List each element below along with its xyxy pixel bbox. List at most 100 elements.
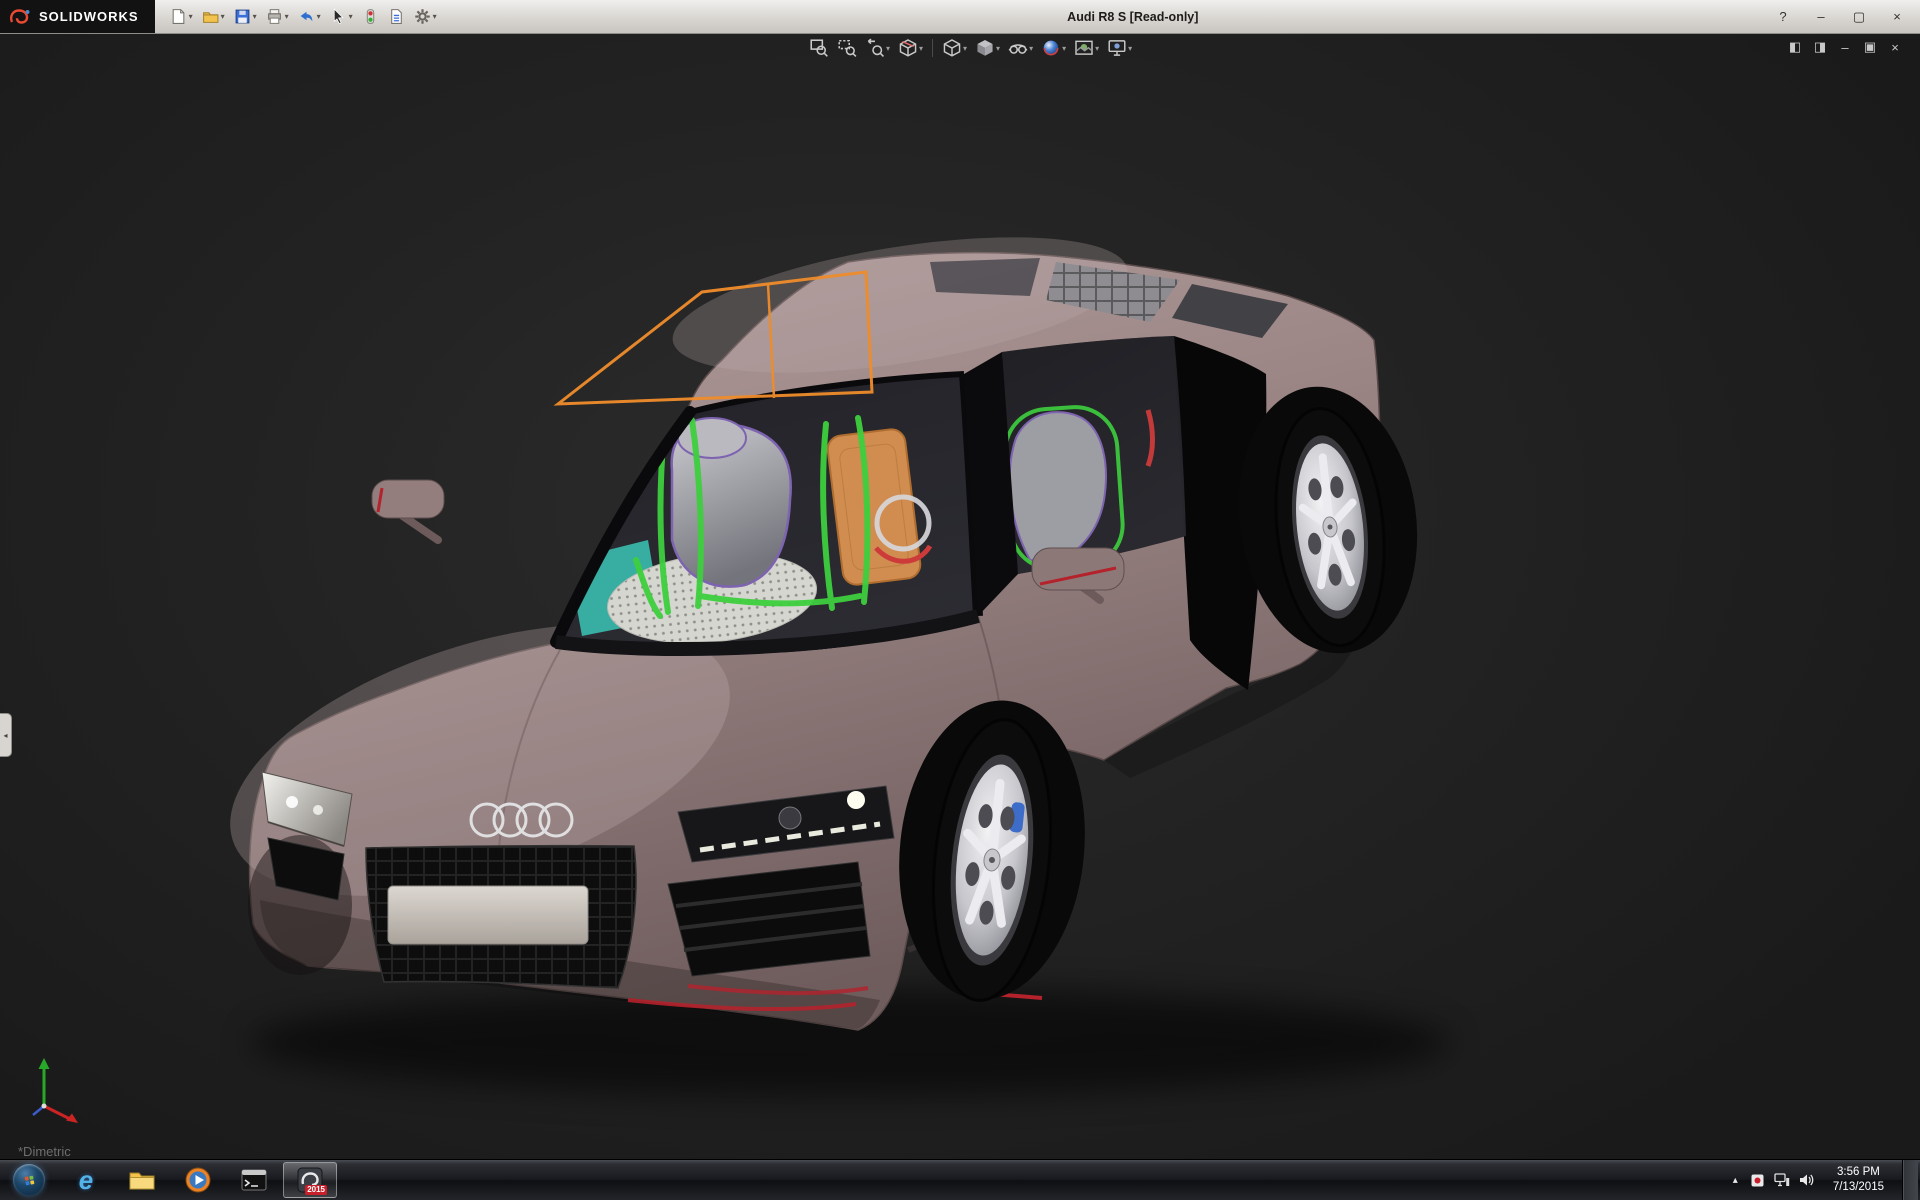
taskbar-item-command-prompt[interactable] [226, 1160, 282, 1200]
toolbar-separator [932, 39, 934, 57]
internet-explorer-icon: e [78, 1165, 94, 1195]
title-bar: SOLIDWORKS ▾ ▾ ▾ ▾ ▾ ▾ ▾ Audi R8 S [Read… [0, 0, 1920, 34]
left-mirror[interactable] [371, 479, 445, 544]
help-button[interactable]: ? [1766, 7, 1800, 27]
dropdown-caret: ▾ [919, 43, 924, 53]
select-button[interactable]: ▾ [327, 4, 356, 30]
dassault-logo-icon [9, 8, 30, 24]
license-plate [387, 885, 589, 945]
graphics-area[interactable]: ▾ ▾ ▾ ▾ ▾ ▾ ▾ ▾ ◧ ◨ – ▣ × ◂ *Dimetric [0, 33, 1920, 1160]
rebuild-button[interactable] [359, 4, 382, 30]
file-properties-icon [390, 9, 402, 24]
dropdown-caret: ▾ [348, 11, 353, 21]
dropdown-caret: ▾ [996, 43, 1001, 53]
dropdown-caret: ▾ [886, 43, 891, 53]
dropdown-caret: ▾ [220, 11, 225, 21]
dropdown-caret: ▾ [1062, 43, 1067, 53]
edit-appearance-icon [1043, 40, 1059, 56]
clock[interactable]: 3:56 PM 7/13/2015 [1824, 1165, 1893, 1195]
zoom-to-area-button[interactable] [834, 36, 860, 60]
audi-r8-model[interactable] [0, 33, 1920, 1160]
standard-toolbar: ▾ ▾ ▾ ▾ ▾ ▾ ▾ [155, 4, 440, 30]
tray-app-icon[interactable] [1750, 1173, 1765, 1188]
edit-appearance-button[interactable]: ▾ [1038, 36, 1069, 60]
headsup-view-toolbar: ▾ ▾ ▾ ▾ ▾ ▾ ▾ ▾ [806, 36, 1135, 60]
zoom-to-fit-icon [810, 39, 828, 57]
hide-show-items-icon [1008, 44, 1028, 54]
view-orientation-icon [943, 39, 961, 57]
previous-view-button[interactable]: ▾ [862, 36, 893, 60]
zoom-to-area-icon [838, 40, 857, 57]
taskbar: e 2015 ▴ 3:56 PM 7/13/2015 [0, 1159, 1920, 1200]
previous-view-icon [867, 38, 884, 57]
apply-scene-button[interactable]: ▾ [1071, 36, 1102, 60]
solidworks-version-badge: 2015 [305, 1184, 327, 1195]
windows-start-orb-icon [13, 1164, 45, 1196]
maximize-window-button[interactable]: ▢ [1842, 7, 1876, 27]
dropdown-caret: ▾ [963, 43, 968, 53]
folder-icon [129, 1172, 155, 1190]
apply-scene-icon [1075, 40, 1093, 55]
open-document-button[interactable]: ▾ [199, 4, 228, 30]
system-tray: ▴ 3:56 PM 7/13/2015 [1730, 1160, 1920, 1200]
window-controls: ? – ▢ × [1766, 0, 1914, 33]
section-view-icon [899, 39, 917, 57]
windshield[interactable] [550, 370, 990, 660]
volume-icon[interactable] [1799, 1173, 1815, 1187]
options-button[interactable]: ▾ [411, 4, 440, 30]
document-window-controls: ◧ ◨ – ▣ × [1786, 38, 1904, 56]
undo-icon [300, 11, 312, 22]
document-minimize-button[interactable]: – [1836, 38, 1854, 56]
show-hidden-icons-button[interactable]: ▴ [1730, 1171, 1741, 1190]
solidworks-logo: SOLIDWORKS [0, 0, 155, 33]
new-document-icon [172, 9, 184, 24]
file-properties-button[interactable] [385, 4, 408, 30]
dropdown-caret: ▾ [284, 11, 289, 21]
dropdown-caret: ▾ [432, 11, 437, 21]
taskbar-item-media-player[interactable] [170, 1160, 226, 1200]
solidworks-logo-text: SOLIDWORKS [39, 9, 139, 24]
command-prompt-icon [241, 1169, 267, 1191]
view-settings-button[interactable]: ▾ [1104, 36, 1135, 60]
section-view-button[interactable]: ▾ [895, 36, 926, 60]
taskbar-item-solidworks-2015[interactable]: 2015 [283, 1162, 337, 1198]
minimize-window-button[interactable]: – [1804, 7, 1838, 27]
tile-left-button[interactable]: ◧ [1786, 38, 1804, 56]
display-style-button[interactable]: ▾ [972, 36, 1003, 60]
print-icon [267, 9, 281, 24]
start-button[interactable] [0, 1160, 58, 1200]
tile-right-button[interactable]: ◨ [1811, 38, 1829, 56]
hide-show-items-button[interactable]: ▾ [1005, 36, 1036, 60]
options-gear-icon [414, 9, 430, 24]
show-desktop-button[interactable] [1902, 1160, 1918, 1200]
dropdown-caret: ▾ [1095, 43, 1100, 53]
view-orientation-label: *Dimetric [18, 1144, 71, 1159]
view-settings-icon [1108, 40, 1126, 56]
print-button[interactable]: ▾ [263, 4, 292, 30]
orientation-triad [32, 1058, 78, 1123]
solidworks-app-icon: 2015 [295, 1165, 327, 1195]
new-document-button[interactable]: ▾ [167, 4, 196, 30]
media-player-icon [185, 1167, 211, 1193]
rebuild-icon [366, 9, 374, 24]
document-close-button[interactable]: × [1886, 38, 1904, 56]
close-window-button[interactable]: × [1880, 7, 1914, 27]
featuremanager-collapse-tab[interactable]: ◂ [0, 713, 12, 757]
window-title: Audi R8 S [Read-only] [1067, 9, 1199, 24]
network-icon[interactable] [1774, 1173, 1790, 1187]
open-folder-icon [202, 12, 219, 23]
clock-time: 3:56 PM [1837, 1166, 1880, 1179]
document-restore-button[interactable]: ▣ [1861, 38, 1879, 56]
view-orientation-button[interactable]: ▾ [939, 36, 970, 60]
undo-button[interactable]: ▾ [295, 4, 324, 30]
dropdown-caret: ▾ [252, 11, 257, 21]
save-icon [235, 9, 249, 24]
dropdown-caret: ▾ [1029, 43, 1034, 53]
save-button[interactable]: ▾ [231, 4, 260, 30]
taskbar-item-file-explorer[interactable] [114, 1160, 170, 1200]
dropdown-caret: ▾ [1128, 43, 1133, 53]
select-cursor-icon [333, 8, 344, 25]
zoom-to-fit-button[interactable] [806, 36, 832, 60]
taskbar-item-internet-explorer[interactable]: e [58, 1160, 114, 1200]
dropdown-caret: ▾ [316, 11, 321, 21]
